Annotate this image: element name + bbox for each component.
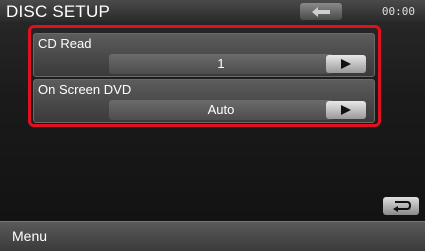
play-arrow-icon [341,105,351,115]
back-arrow-button[interactable] [300,3,342,20]
setting-label: On Screen DVD [38,82,132,97]
return-button[interactable] [383,197,419,215]
back-arrow-icon [312,6,330,17]
setting-cd-read: CD Read 1 [33,33,375,77]
bottom-bar: Menu [0,221,425,251]
setting-on-screen-dvd: On Screen DVD Auto [33,79,375,123]
clock: 00:00 [381,5,415,18]
setting-value: 1 [109,54,333,74]
on-screen-dvd-next-button[interactable] [326,101,366,119]
disc-setup-screen: DISC SETUP 00:00 CD Read 1 On Screen DVD… [0,0,425,251]
setting-label: CD Read [38,36,92,51]
page-title: DISC SETUP [6,2,111,21]
return-icon [393,201,412,212]
cd-read-next-button[interactable] [326,55,366,73]
play-arrow-icon [341,59,351,69]
menu-button[interactable]: Menu [12,228,47,244]
setting-value: Auto [109,100,333,120]
